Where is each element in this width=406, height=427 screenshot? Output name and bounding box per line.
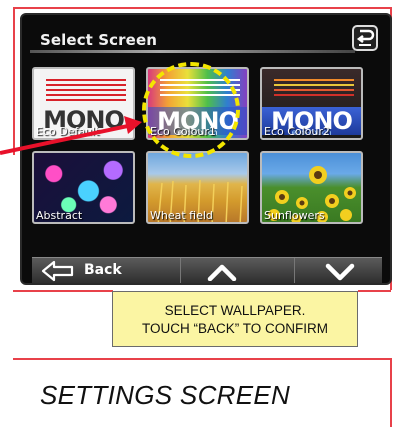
chevron-down-icon <box>325 263 355 281</box>
wallpaper-eco-default[interactable]: MONO Eco Default <box>32 67 135 140</box>
note-line-2: TOUCH “BACK” TO CONFIRM <box>141 321 328 336</box>
screen-nav-bar: Back <box>32 257 382 283</box>
return-button[interactable] <box>352 25 378 51</box>
back-arrow-icon <box>41 260 74 282</box>
wallpaper-label: Eco Colour2 <box>264 125 330 138</box>
wallpaper-eco-colour2[interactable]: MONO eco-touch Eco Colour2 <box>260 67 363 140</box>
wallpaper-label: Wheat field <box>150 209 213 222</box>
back-label: Back <box>84 262 122 278</box>
stripes-graphic <box>46 79 126 101</box>
outline-line-left <box>13 7 15 155</box>
wallpaper-sunflowers[interactable]: Sunflowers <box>260 151 363 224</box>
outline-line-right-lower <box>390 358 392 427</box>
note-line-1: SELECT WALLPAPER. <box>164 303 306 318</box>
outline-line-top <box>13 7 391 9</box>
instruction-note: SELECT WALLPAPER. TOUCH “BACK” TO CONFIR… <box>112 291 358 347</box>
outline-line-bottom <box>13 290 113 292</box>
wallpaper-label: Eco Default <box>36 125 100 138</box>
back-button[interactable]: Back <box>32 258 150 283</box>
stripes-graphic <box>274 79 354 96</box>
return-arrow-icon <box>356 29 375 46</box>
outline-line-bottom-right <box>358 290 391 292</box>
wallpaper-abstract[interactable]: Abstract <box>32 151 135 224</box>
outline-line-caption <box>13 358 391 360</box>
wallpaper-label: Sunflowers <box>264 209 325 222</box>
scroll-up-button[interactable] <box>180 258 262 283</box>
settings-caption: SETTINGS SCREEN <box>40 380 291 410</box>
screen-title: Select Screen <box>40 31 157 49</box>
wallpaper-wheat-field[interactable]: Wheat field <box>146 151 249 224</box>
wallpaper-label: Abstract <box>36 209 83 222</box>
title-divider <box>30 50 355 53</box>
highlight-circle <box>142 62 240 158</box>
scroll-down-button[interactable] <box>294 258 382 283</box>
chevron-up-icon <box>207 264 237 281</box>
